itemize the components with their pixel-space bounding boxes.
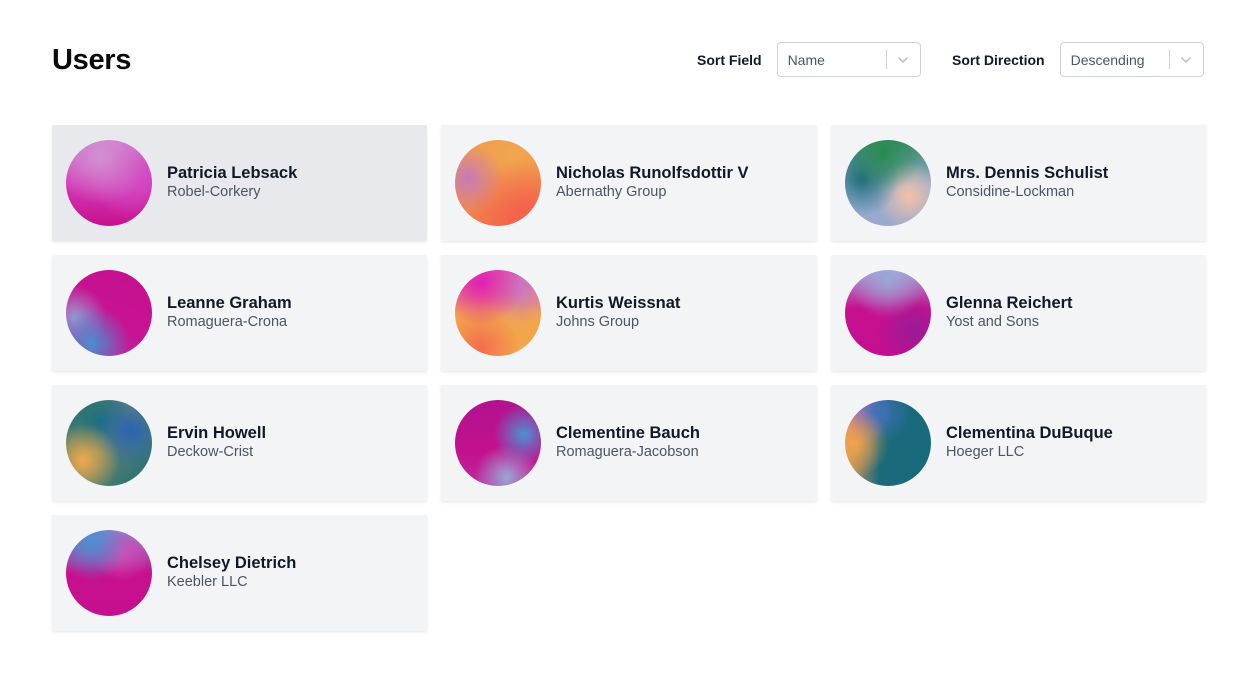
- user-card[interactable]: Clementine Bauch Romaguera-Jacobson: [441, 385, 817, 501]
- user-name: Ervin Howell: [167, 424, 267, 442]
- avatar: [455, 270, 541, 356]
- user-company: Abernathy Group: [556, 184, 667, 200]
- user-card[interactable]: Kurtis Weissnat Johns Group: [441, 255, 817, 371]
- sort-direction-select[interactable]: Descending: [1059, 42, 1204, 77]
- user-card[interactable]: Nicholas Runolfsdottir V Abernathy Group: [441, 125, 817, 241]
- user-card[interactable]: Glenna Reichert Yost and Sons: [831, 255, 1206, 371]
- sort-direction-group: Sort Direction Descending: [952, 42, 1204, 77]
- user-name: Mrs. Dennis Schulist: [946, 164, 1109, 182]
- page-title: Users: [52, 44, 132, 76]
- avatar: [66, 270, 152, 356]
- chevron-down-icon[interactable]: [887, 43, 920, 76]
- user-card[interactable]: Chelsey Dietrich Keebler LLC: [52, 515, 427, 631]
- avatar: [66, 140, 152, 226]
- user-name: Chelsey Dietrich: [167, 554, 297, 572]
- avatar: [66, 530, 152, 616]
- user-company: Yost and Sons: [946, 314, 1039, 330]
- avatar: [845, 140, 931, 226]
- user-company: Keebler LLC: [167, 574, 248, 590]
- user-company: Johns Group: [556, 314, 640, 330]
- user-name: Clementina DuBuque: [946, 424, 1113, 442]
- user-name: Leanne Graham: [167, 294, 292, 312]
- user-card[interactable]: Ervin Howell Deckow-Crist: [52, 385, 427, 501]
- user-company: Considine-Lockman: [946, 184, 1075, 200]
- avatar: [455, 400, 541, 486]
- sort-field-value: Name: [787, 51, 825, 68]
- user-company: Romaguera-Jacobson: [556, 444, 699, 460]
- user-company: Romaguera-Crona: [167, 314, 288, 330]
- avatar: [455, 140, 541, 226]
- avatar: [66, 400, 152, 486]
- user-card[interactable]: Patricia Lebsack Robel-Corkery: [52, 125, 427, 241]
- user-name: Clementine Bauch: [556, 424, 700, 442]
- user-name: Nicholas Runolfsdottir V: [556, 164, 749, 182]
- avatar: [845, 270, 931, 356]
- sort-direction-label: Sort Direction: [952, 51, 1045, 68]
- user-company: Hoeger LLC: [946, 444, 1025, 460]
- sort-direction-value: Descending: [1070, 51, 1145, 68]
- sort-field-label: Sort Field: [697, 51, 762, 68]
- user-card[interactable]: Mrs. Dennis Schulist Considine-Lockman: [831, 125, 1206, 241]
- user-company: Deckow-Crist: [167, 444, 254, 460]
- chevron-down-icon[interactable]: [1170, 43, 1203, 76]
- page-header: Users Sort Field Name Sort Direction Des…: [52, 42, 1206, 78]
- avatar: [845, 400, 931, 486]
- user-name: Glenna Reichert: [946, 294, 1073, 312]
- user-name: Kurtis Weissnat: [556, 294, 681, 312]
- sort-field-select[interactable]: Name: [776, 42, 921, 77]
- user-card[interactable]: Clementina DuBuque Hoeger LLC: [831, 385, 1206, 501]
- user-company: Robel-Corkery: [167, 184, 261, 200]
- sort-field-group: Sort Field Name: [697, 42, 921, 77]
- user-name: Patricia Lebsack: [167, 164, 298, 182]
- user-grid: Patricia Lebsack Robel-Corkery Nicholas …: [52, 125, 1206, 631]
- user-card[interactable]: Leanne Graham Romaguera-Crona: [52, 255, 427, 371]
